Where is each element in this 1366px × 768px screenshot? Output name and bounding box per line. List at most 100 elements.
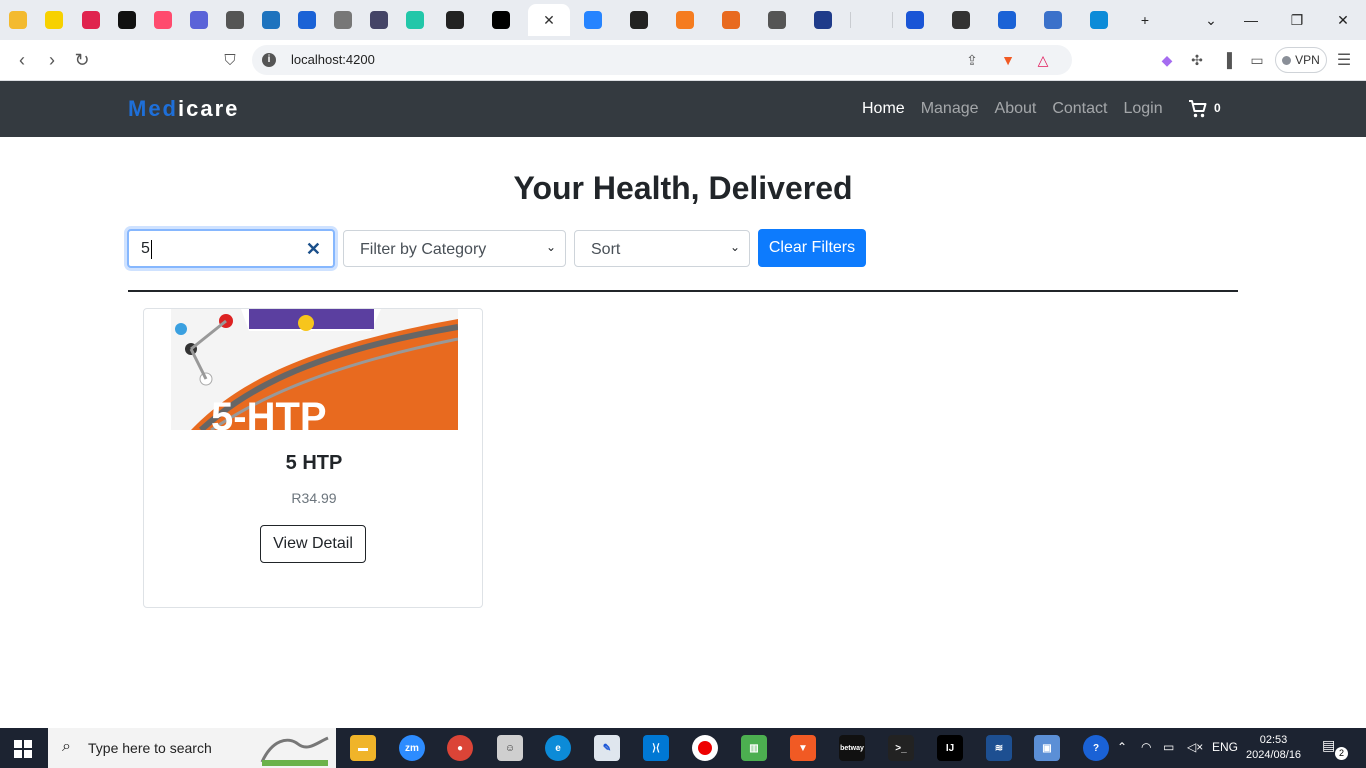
mdb-icon [1044, 11, 1062, 29]
p-icon [154, 11, 172, 29]
file-explorer-icon[interactable]: ▬ [350, 735, 376, 761]
browser-tab[interactable] [1035, 4, 1071, 36]
back-icon[interactable]: ‹ [9, 48, 35, 72]
chevron-up-icon[interactable]: ⌃ [1117, 740, 1127, 754]
browser-tab[interactable] [217, 4, 253, 36]
reload-icon[interactable]: ↻ [69, 48, 95, 72]
forward-icon[interactable]: › [39, 48, 65, 72]
browser-tab[interactable] [36, 4, 72, 36]
browser-tab[interactable] [361, 4, 397, 36]
site-info-icon[interactable]: i [262, 53, 276, 67]
leo-ai-icon[interactable]: ◆ [1157, 50, 1177, 70]
chat-icon [370, 11, 388, 29]
search-value: 5 [141, 240, 150, 257]
divider [128, 290, 1238, 292]
search-input[interactable]: 5 ✕ [127, 229, 335, 268]
js-icon [262, 11, 280, 29]
close-icon[interactable]: ✕ [543, 12, 555, 29]
chevron-down-icon: ⌄ [729, 240, 740, 254]
browser-tab[interactable] [73, 4, 109, 36]
nav-login[interactable]: Login [1123, 100, 1162, 118]
browser-tab[interactable] [145, 4, 181, 36]
minimize-icon[interactable]: — [1228, 0, 1274, 40]
openai-icon [952, 11, 970, 29]
product-image[interactable]: 5-HTP [171, 309, 458, 430]
nav-contact[interactable]: Contact [1052, 100, 1107, 118]
mysql-workbench-icon[interactable]: ≋ [986, 735, 1012, 761]
url-text[interactable]: localhost:4200 [291, 52, 375, 67]
wallet-icon[interactable]: ▭ [1247, 50, 1267, 70]
browser-tab[interactable] [759, 4, 795, 36]
browser-tab[interactable] [575, 4, 611, 36]
browser-tab[interactable]: ✕ [528, 4, 570, 36]
clear-search-icon[interactable]: ✕ [306, 239, 321, 260]
betway-icon[interactable]: betway [839, 735, 865, 761]
browser-tab[interactable] [713, 4, 749, 36]
browser-tab[interactable] [289, 4, 325, 36]
brand-part-1: Med [128, 96, 178, 121]
browser-tab[interactable] [109, 4, 145, 36]
extensions-icon[interactable]: ✣ [1187, 50, 1207, 70]
wifi-icon[interactable]: ◠ [1141, 740, 1151, 754]
brave-icon[interactable]: ▼ [790, 735, 816, 761]
browser-tab[interactable] [621, 4, 657, 36]
intellij-icon[interactable]: IJ [937, 735, 963, 761]
globe-icon [334, 11, 352, 29]
view-detail-button[interactable]: View Detail [260, 525, 366, 563]
chart-app-icon[interactable]: ▥ [741, 735, 767, 761]
browser-tab[interactable] [0, 4, 36, 36]
share-icon[interactable]: ⇪ [962, 51, 982, 69]
address-bar[interactable]: i localhost:4200 ⇪ ▼ △ [252, 45, 1072, 75]
globe-icon [768, 11, 786, 29]
brand-logo[interactable]: Medicare [128, 96, 239, 122]
volume-mute-icon[interactable]: ◁× [1187, 740, 1203, 754]
new-tab-icon[interactable]: + [1122, 0, 1168, 40]
battery-icon[interactable]: ▭ [1163, 740, 1174, 754]
chrome-icon[interactable]: ● [447, 735, 473, 761]
sort-select[interactable]: Sort ⌄ [574, 230, 750, 267]
help-icon[interactable]: ? [1083, 735, 1109, 761]
taskbar-search[interactable]: ⌕ Type here to search [48, 728, 336, 768]
browser-tab[interactable] [397, 4, 433, 36]
menu-icon[interactable]: ☰ [1334, 50, 1354, 70]
vscode-icon[interactable]: ⟩⟨ [643, 735, 669, 761]
browser-tab[interactable] [253, 4, 289, 36]
windows-start-icon[interactable] [14, 740, 32, 758]
notifications-icon[interactable]: ▤ 2 [1322, 737, 1348, 760]
browser-tab[interactable] [1081, 4, 1117, 36]
globe-icon [226, 11, 244, 29]
vpn-button[interactable]: VPN [1275, 47, 1327, 73]
nav-about[interactable]: About [995, 100, 1037, 118]
sidebar-icon[interactable]: ▐ [1217, 50, 1237, 70]
bookmark-icon[interactable]: ⛉ [217, 48, 243, 72]
browser-tab[interactable] [805, 4, 841, 36]
app-icon[interactable]: ☺ [497, 735, 523, 761]
zoom-icon[interactable]: zm [399, 735, 425, 761]
close-window-icon[interactable]: ✕ [1320, 0, 1366, 40]
clear-filters-button[interactable]: Clear Filters [758, 229, 866, 267]
terminal-icon[interactable]: >_ [888, 735, 914, 761]
edge-icon[interactable]: e [545, 735, 571, 761]
browser-tab[interactable] [989, 4, 1025, 36]
category-select-label: Filter by Category [360, 241, 487, 258]
browser-tab[interactable] [437, 4, 473, 36]
browser-tab[interactable] [897, 4, 933, 36]
language-indicator[interactable]: ENG [1212, 740, 1238, 754]
nav-manage[interactable]: Manage [921, 100, 979, 118]
image-viewer-icon[interactable]: ▣ [1034, 735, 1060, 761]
notepad-icon[interactable]: ✎ [594, 735, 620, 761]
browser-tab[interactable] [181, 4, 217, 36]
cart-button[interactable]: 0 [1188, 99, 1221, 119]
browser-tab[interactable] [943, 4, 979, 36]
browser-tab[interactable] [483, 4, 519, 36]
browser-tab[interactable] [325, 4, 361, 36]
brave-shield-icon[interactable]: ▼ [998, 51, 1018, 69]
brave-rewards-icon[interactable]: △ [1033, 51, 1053, 69]
system-clock[interactable]: 02:53 2024/08/16 [1246, 733, 1301, 763]
category-select[interactable]: Filter by Category ⌄ [343, 230, 566, 267]
browser-tab[interactable] [667, 4, 703, 36]
browser-tab[interactable] [851, 4, 887, 36]
restore-icon[interactable]: ❐ [1274, 0, 1320, 40]
record-icon[interactable] [692, 735, 718, 761]
nav-home[interactable]: Home [862, 100, 905, 118]
